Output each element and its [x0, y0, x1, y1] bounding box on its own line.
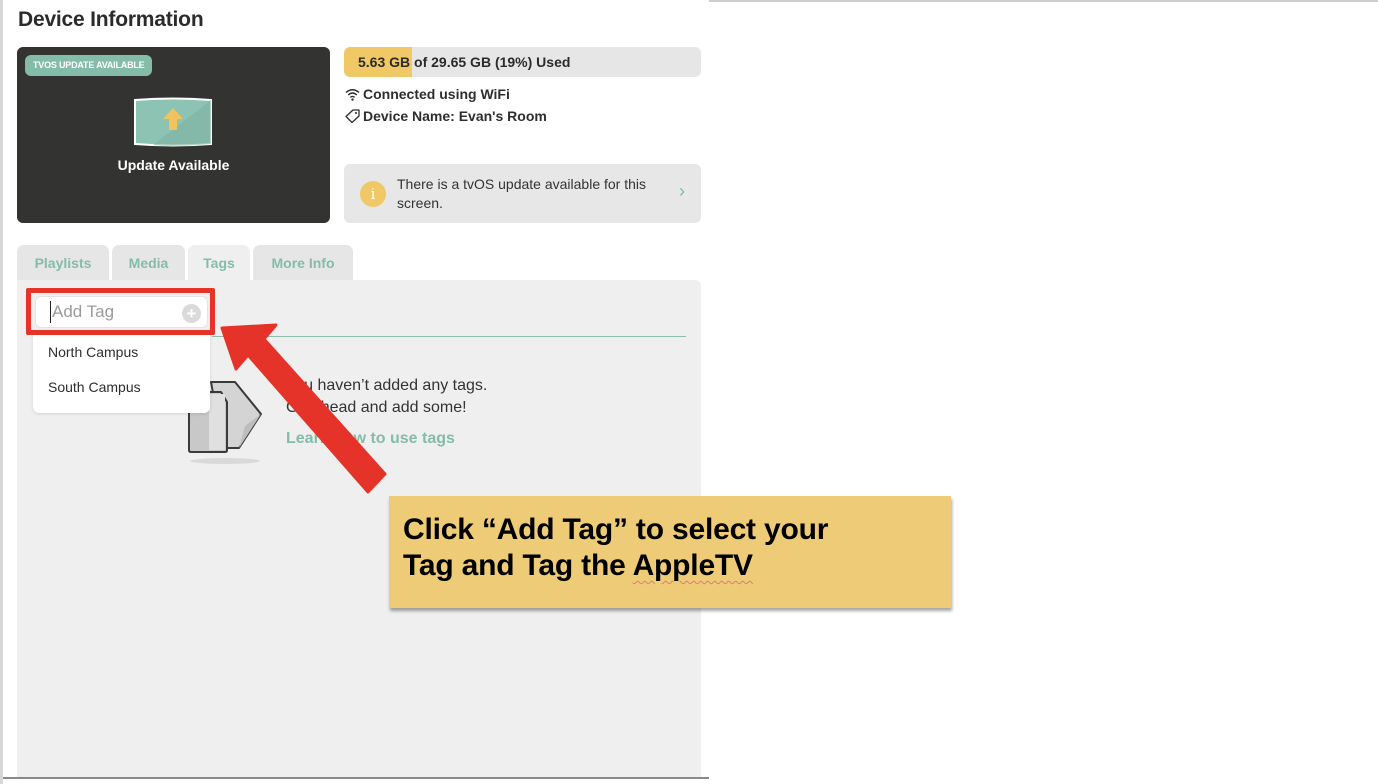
callout-line2: Tag and Tag the AppleTV	[403, 548, 951, 584]
device-preview-card[interactable]: TVOS UPDATE AVAILABLE Update Available	[17, 47, 330, 223]
dropdown-option-south-campus[interactable]: South Campus	[48, 379, 141, 395]
tab-media[interactable]: Media	[112, 245, 185, 281]
tab-playlists[interactable]: Playlists	[17, 245, 109, 281]
empty-tags-line1: You haven’t added any tags.	[286, 377, 488, 394]
dropdown-option-north-campus[interactable]: North Campus	[48, 344, 138, 360]
tag-icon	[345, 109, 360, 123]
connection-status: Connected using WiFi	[345, 86, 510, 102]
notice-text: There is a tvOS update available for thi…	[397, 176, 647, 211]
tab-tags[interactable]: Tags	[188, 245, 250, 281]
storage-usage-text: 5.63 GB of 29.65 GB (19%) Used	[358, 54, 571, 70]
device-name: Device Name: Evan's Room	[345, 108, 547, 124]
callout-line1: Click “Add Tag” to select your	[403, 513, 829, 546]
annotation-callout: Click “Add Tag” to select your Tag and T…	[389, 496, 951, 608]
empty-tags-message: You haven’t added any tags. Go ahead and…	[286, 375, 487, 419]
storage-usage-bar: 5.63 GB of 29.65 GB (19%) Used	[344, 47, 701, 77]
annotation-highlight-box	[26, 288, 215, 335]
top-divider	[709, 0, 1378, 2]
screen-update-icon	[134, 97, 212, 147]
chevron-right-icon: ›	[679, 181, 685, 201]
callout-line2-prefix: Tag and Tag the	[403, 549, 633, 582]
tvos-update-notice[interactable]: i There is a tvOS update available for t…	[344, 164, 701, 223]
tags-divider	[212, 336, 686, 337]
empty-tags-line2: Go ahead and add some!	[286, 399, 467, 416]
bottom-divider	[3, 777, 709, 779]
update-available-badge: TVOS UPDATE AVAILABLE	[25, 55, 153, 76]
page-title: Device Information	[18, 8, 204, 31]
info-icon: i	[360, 181, 386, 207]
device-name-text: Device Name: Evan's Room	[363, 108, 547, 124]
learn-tags-link[interactable]: Learn how to use tags	[286, 430, 455, 448]
window-left-edge	[0, 0, 3, 784]
tab-more-info[interactable]: More Info	[253, 245, 353, 281]
wifi-icon	[345, 88, 360, 101]
connection-status-text: Connected using WiFi	[363, 86, 510, 102]
callout-line2-appletv: AppleTV	[632, 549, 753, 582]
update-available-label: Update Available	[117, 157, 230, 173]
tag-suggestions-dropdown: North Campus South Campus	[33, 334, 210, 413]
